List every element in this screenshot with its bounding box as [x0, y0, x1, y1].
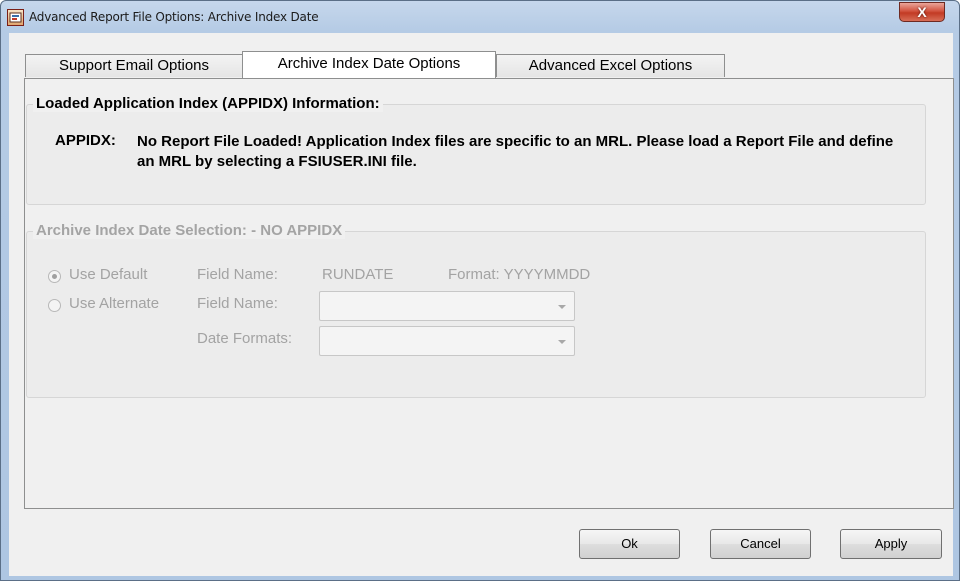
appidx-label: APPIDX:: [55, 132, 116, 149]
app-icon[interactable]: [7, 9, 24, 26]
use-default-radio[interactable]: [48, 270, 61, 283]
loaded-appidx-group: Loaded Application Index (APPIDX) Inform…: [26, 95, 926, 205]
dialog-client-area: Support Email Options Archive Index Date…: [9, 33, 954, 576]
loaded-appidx-group-title: Loaded Application Index (APPIDX) Inform…: [33, 95, 383, 112]
tab-panel: Loaded Application Index (APPIDX) Inform…: [24, 78, 954, 509]
tab-advanced-excel-options[interactable]: Advanced Excel Options: [496, 54, 725, 77]
alternate-field-name-label: Field Name:: [197, 295, 278, 312]
date-formats-label: Date Formats:: [197, 330, 293, 347]
tab-panel-content: Loaded Application Index (APPIDX) Inform…: [26, 80, 952, 507]
window-title: Advanced Report File Options: Archive In…: [29, 10, 319, 24]
archive-index-date-selection-group: Archive Index Date Selection: - NO APPID…: [26, 222, 926, 398]
chevron-down-icon: [558, 340, 566, 344]
default-field-name-label: Field Name:: [197, 266, 278, 283]
close-icon: X: [917, 4, 927, 20]
tab-archive-index-date-options[interactable]: Archive Index Date Options: [242, 51, 496, 78]
radio-selected-dot: [52, 274, 57, 279]
apply-button[interactable]: Apply: [840, 529, 942, 559]
default-format-label: Format: YYYYMMDD: [448, 266, 591, 283]
appidx-message: No Report File Loaded! Application Index…: [137, 133, 894, 170]
date-formats-dropdown[interactable]: [319, 326, 575, 356]
use-default-label[interactable]: Use Default: [69, 266, 147, 283]
tab-support-email-options[interactable]: Support Email Options: [25, 54, 243, 77]
default-field-name-value: RUNDATE: [322, 266, 394, 283]
cancel-button[interactable]: Cancel: [710, 529, 811, 559]
chevron-down-icon: [558, 305, 566, 309]
archive-index-date-selection-title: Archive Index Date Selection: - NO APPID…: [33, 222, 346, 239]
alternate-field-name-dropdown[interactable]: [319, 291, 575, 321]
ok-button[interactable]: Ok: [579, 529, 680, 559]
use-alternate-radio[interactable]: [48, 299, 61, 312]
close-button[interactable]: X: [899, 2, 945, 22]
dialog-window: Advanced Report File Options: Archive In…: [0, 0, 960, 581]
title-bar[interactable]: Advanced Report File Options: Archive In…: [1, 1, 959, 34]
use-alternate-label[interactable]: Use Alternate: [69, 295, 159, 312]
